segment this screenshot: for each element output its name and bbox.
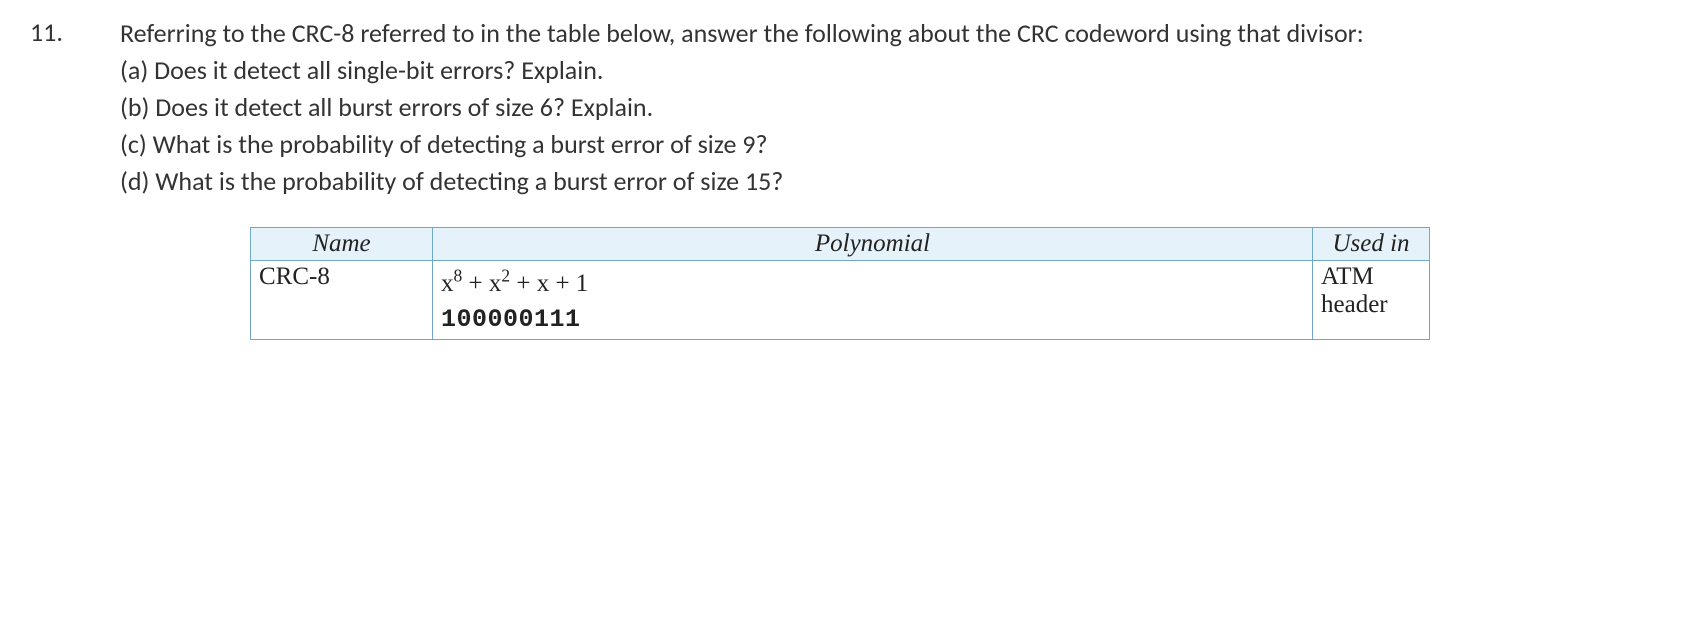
part-d: (d) What is the probability of detecting… — [120, 164, 1662, 199]
col-header-used-in: Used in — [1313, 228, 1430, 261]
question-number: 11. — [30, 16, 120, 48]
poly-sup-2: 2 — [501, 265, 510, 285]
part-a: (a) Does it detect all single-bit errors… — [120, 53, 1662, 88]
crc-table: Name Polynomial Used in CRC-8 x8 + x2 + … — [250, 227, 1430, 339]
poly-sup-8: 8 — [454, 265, 463, 285]
col-header-name: Name — [251, 228, 433, 261]
part-c: (c) What is the probability of detecting… — [120, 127, 1662, 162]
cell-used-in: ATM header — [1313, 261, 1430, 339]
poly-rest: + x + 1 — [510, 270, 588, 297]
question-block: 11. Referring to the CRC-8 referred to i… — [30, 16, 1662, 199]
col-header-polynomial: Polynomial — [433, 228, 1313, 261]
table-header-row: Name Polynomial Used in — [251, 228, 1430, 261]
part-b: (b) Does it detect all burst errors of s… — [120, 90, 1662, 125]
polynomial-expression: x8 + x2 + x + 1 — [441, 270, 588, 297]
polynomial-binary: 100000111 — [441, 305, 581, 334]
question-body: Referring to the CRC-8 referred to in th… — [120, 16, 1662, 199]
crc-table-wrap: Name Polynomial Used in CRC-8 x8 + x2 + … — [250, 227, 1662, 339]
used-in-line2: header — [1321, 291, 1388, 318]
table-row: CRC-8 x8 + x2 + x + 1 100000111 ATM head… — [251, 261, 1430, 339]
cell-crc-name: CRC-8 — [251, 261, 433, 339]
poly-x: x — [441, 270, 454, 297]
question-intro: Referring to the CRC-8 referred to in th… — [120, 16, 1662, 51]
cell-polynomial: x8 + x2 + x + 1 100000111 — [433, 261, 1313, 339]
poly-plus-x: + x — [462, 270, 501, 297]
used-in-line1: ATM — [1321, 263, 1374, 290]
